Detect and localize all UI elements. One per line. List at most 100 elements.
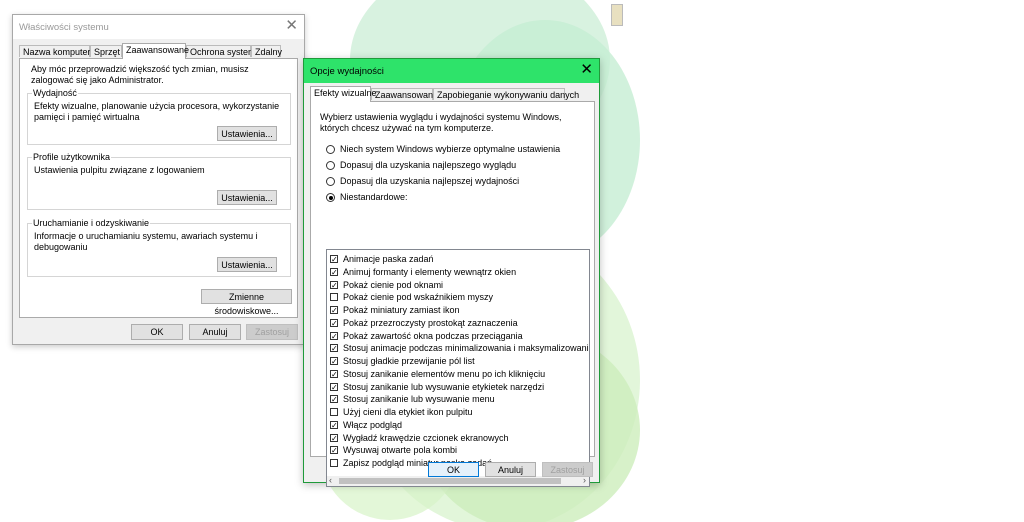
list-item[interactable]: ✓ Stosuj animacje podczas minimalizowania… (327, 342, 589, 355)
close-icon[interactable]: ✕ (580, 62, 593, 78)
radio-circle[interactable] (326, 177, 335, 186)
list-item-label: Pokaż cienie pod wskaźnikiem myszy (343, 292, 494, 303)
apply-button[interactable]: Zastosuj (542, 462, 593, 477)
list-item[interactable]: ✓ Pokaż zawartość okna podczas przeciągan… (327, 330, 589, 343)
startup-recovery-description: Informacje o uruchamianiu systemu, awari… (34, 231, 258, 252)
list-item-label: Pokaż przezroczysty prostokąt zaznaczeni… (343, 317, 518, 328)
list-item-label: Użyj cieni dla etykiet ikon pulpitu (343, 407, 473, 417)
list-item[interactable]: ✓ Pokaż przezroczysty prostokąt zaznaczen… (327, 317, 589, 330)
list-item-label: Włącz podgląd (343, 419, 403, 430)
checkbox-checked-icon[interactable]: ✓ (330, 306, 338, 315)
window-title: Właściwości systemu (19, 22, 109, 33)
radio-label: Niestandardowe: (340, 192, 408, 202)
list-item[interactable]: ✓ Animuj formanty i elementy wewnątrz oki… (327, 266, 589, 279)
performance-description: Efekty wizualne, planowanie użycia proce… (34, 101, 280, 122)
apply-button[interactable]: Zastosuj (246, 324, 298, 340)
ok-button[interactable]: OK (131, 324, 183, 340)
list-item[interactable]: ✓ Włącz podgląd (327, 419, 589, 432)
close-icon[interactable]: ✕ (285, 18, 298, 34)
radio-label: Dopasuj dla uzyskania najlepszej wydajno… (340, 176, 520, 186)
list-item-label: Animacje paska zadań (343, 254, 434, 264)
title-bar: Właściwości systemu ✕ (13, 15, 304, 39)
radio-label: Dopasuj dla uzyskania najlepszego wygląd… (340, 160, 517, 170)
scrollbar-thumb[interactable] (339, 478, 561, 484)
list-item[interactable]: Pokaż cienie pod wskaźnikiem myszy (327, 291, 589, 304)
checkbox-checked-icon[interactable]: ✓ (330, 318, 338, 327)
list-item-label: Stosuj zanikanie lub wysuwanie etykietek… (343, 381, 545, 392)
title-bar: Opcje wydajności ✕ (304, 59, 599, 83)
list-item-label: Pokaż zawartość okna podczas przeciągani… (343, 330, 523, 341)
list-item[interactable]: ✓ Stosuj zanikanie lub wysuwanie menu (327, 393, 589, 406)
environment-variables-button[interactable]: Zmienne środowiskowe... (201, 289, 292, 316)
cancel-button[interactable]: Anuluj (189, 324, 241, 340)
list-item[interactable]: Użyj cieni dla etykiet ikon pulpitu (327, 406, 589, 419)
checkbox-checked-icon[interactable]: ✓ (330, 331, 338, 340)
ok-button[interactable]: OK (428, 462, 479, 477)
list-item-label: Pokaż miniatury zamiast ikon (343, 305, 460, 315)
list-item[interactable]: ✓ Animacje paska zadań (327, 253, 589, 266)
scroll-left-icon[interactable]: ‹ (329, 475, 332, 485)
startup-recovery-settings-button[interactable]: Ustawienia... (217, 257, 277, 272)
startup-recovery-legend: Uruchamianie i odzyskiwanie (32, 218, 151, 228)
radio-circle[interactable] (326, 193, 335, 202)
performance-legend: Wydajność (32, 88, 78, 98)
tab-computer-name[interactable]: Nazwa komputera (19, 45, 96, 57)
tab-panel: Wybierz ustawienia wyglądu i wydajności … (310, 101, 595, 487)
list-item-label: Animuj formanty i elementy wewnątrz okie… (343, 266, 517, 277)
checkbox-checked-icon[interactable]: ✓ (330, 420, 338, 429)
list-item-label: Pokaż cienie pod oknami (343, 279, 444, 290)
intro-text: Wybierz ustawienia wyglądu i wydajności … (320, 112, 562, 133)
tab-remote[interactable]: Zdalny (251, 45, 282, 57)
list-item-label: Stosuj zanikanie elementów menu po ich k… (343, 368, 546, 379)
checkbox-unchecked-icon[interactable] (330, 459, 338, 467)
startup-recovery-group: Uruchamianie i odzyskiwanie Informacje o… (27, 218, 291, 277)
checkbox-checked-icon[interactable]: ✓ (330, 357, 338, 366)
tab-visual-effects[interactable]: Efekty wizualne (310, 86, 377, 102)
checkbox-checked-icon[interactable]: ✓ (330, 255, 338, 264)
checkbox-checked-icon[interactable]: ✓ (330, 395, 338, 404)
checkbox-checked-icon[interactable]: ✓ (330, 446, 338, 455)
list-item-label: Stosuj gładkie przewijanie pól list (343, 356, 475, 366)
user-profiles-legend: Profile użytkownika (32, 152, 112, 162)
tab-advanced[interactable]: Zaawansowane (371, 88, 438, 100)
list-item-label: Stosuj zanikanie lub wysuwanie menu (343, 394, 495, 405)
checkbox-checked-icon[interactable]: ✓ (330, 344, 338, 353)
tab-data-execution-prevention[interactable]: Zapobieganie wykonywaniu danych (433, 88, 579, 100)
window-title: Opcje wydajności (310, 66, 384, 77)
radio-circle[interactable] (326, 145, 335, 154)
user-profiles-group: Profile użytkownika Ustawienia pulpitu z… (27, 152, 291, 210)
performance-options-window: Opcje wydajności ✕ Efekty wizualne Zaawa… (303, 58, 600, 487)
list-item[interactable]: ✓ Pokaż miniatury zamiast ikon (327, 304, 589, 317)
checkbox-checked-icon[interactable]: ✓ (330, 433, 338, 442)
checkbox-checked-icon[interactable]: ✓ (330, 382, 338, 391)
list-item[interactable]: ✓ Stosuj gładkie przewijanie pól list (327, 355, 589, 368)
archive-icon (611, 4, 623, 26)
horizontal-scrollbar[interactable]: ‹ › (327, 475, 589, 486)
checkbox-checked-icon[interactable]: ✓ (330, 280, 338, 289)
user-profiles-settings-button[interactable]: Ustawienia... (217, 190, 277, 205)
list-item-label: Wygładź krawędzie czcionek ekranowych (343, 432, 509, 443)
list-item[interactable]: ✓ Wygładź krawędzie czcionek ekranowych (327, 432, 589, 445)
checkbox-unchecked-icon[interactable] (330, 293, 338, 302)
performance-group: Wydajność Efekty wizualne, planowanie uż… (27, 88, 291, 145)
list-item[interactable]: ✓ Pokaż cienie pod oknami (327, 279, 589, 292)
tab-system-protection[interactable]: Ochrona systemu (186, 45, 261, 57)
checkbox-unchecked-icon[interactable] (330, 408, 338, 416)
user-profiles-description: Ustawienia pulpitu związane z logowaniem (34, 165, 205, 175)
performance-settings-button[interactable]: Ustawienia... (217, 126, 277, 141)
visual-effects-list[interactable]: ✓ Animacje paska zadań ✓ Animuj formanty i … (326, 249, 590, 487)
admin-note: Aby móc przeprowadzić większość tych zmi… (31, 64, 249, 85)
list-item[interactable]: ✓ Stosuj zanikanie lub wysuwanie etykiete… (327, 381, 589, 394)
list-item[interactable]: ✓ Stosuj zanikanie elementów menu po ich … (327, 368, 589, 381)
checkbox-checked-icon[interactable]: ✓ (330, 267, 338, 276)
list-item-label: Stosuj animacje podczas minimalizowania … (343, 343, 590, 354)
list-item-label: Wysuwaj otwarte pola kombi (343, 445, 457, 456)
radio-label: Niech system Windows wybierze optymalne … (340, 144, 561, 154)
tab-hardware[interactable]: Sprzęt (90, 45, 122, 57)
system-properties-window: Właściwości systemu ✕ Nazwa komputera Sp… (12, 14, 305, 345)
tab-advanced[interactable]: Zaawansowane (122, 43, 189, 59)
list-item[interactable]: ✓ Wysuwaj otwarte pola kombi (327, 444, 589, 457)
checkbox-checked-icon[interactable]: ✓ (330, 369, 338, 378)
radio-circle[interactable] (326, 161, 335, 170)
cancel-button[interactable]: Anuluj (485, 462, 536, 477)
